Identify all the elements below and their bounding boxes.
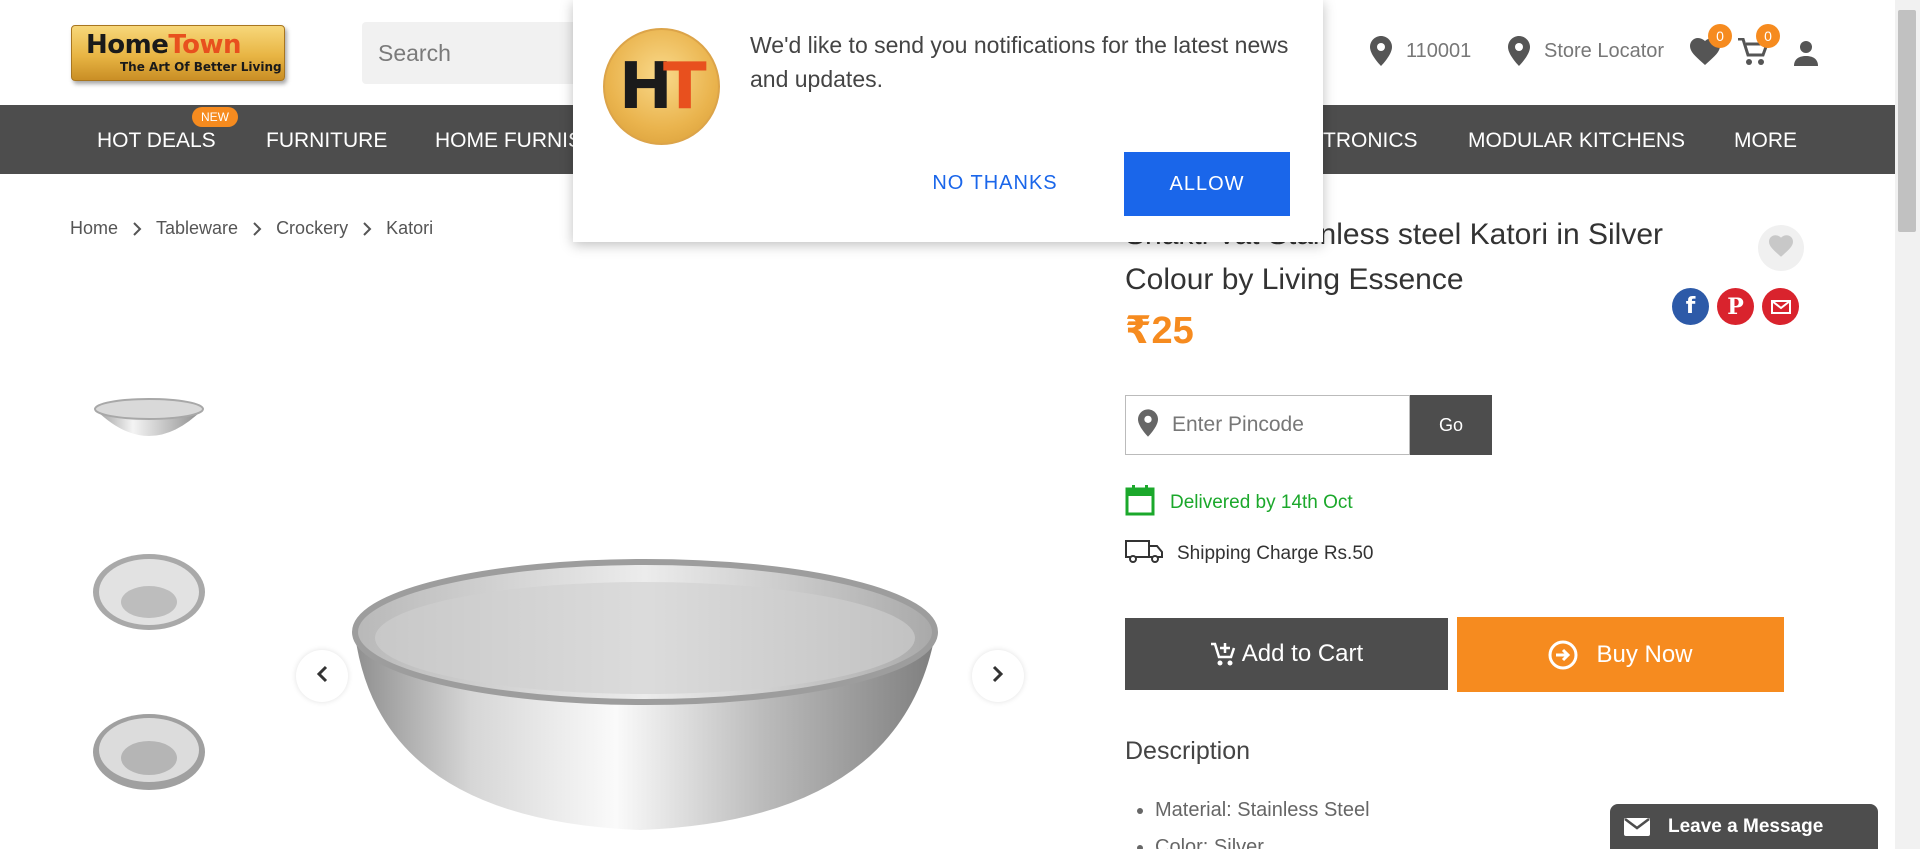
nav-modular-kitchens[interactable]: MODULAR KITCHENS — [1468, 105, 1685, 174]
nav-electronics[interactable]: TRONICS — [1323, 105, 1418, 174]
logo-text-town: Town — [168, 30, 242, 60]
nav-furniture[interactable]: FURNITURE — [266, 105, 387, 174]
pincode-check-box — [1125, 395, 1410, 455]
shipping-charge-text: Shipping Charge Rs.50 — [1177, 543, 1374, 564]
pincode-go-button[interactable]: Go — [1410, 395, 1492, 455]
chevron-right-icon — [992, 665, 1004, 688]
pincode-input[interactable] — [1172, 413, 1382, 437]
location-pin-icon — [1138, 408, 1158, 442]
shipping-info: Shipping Charge Rs.50 — [1125, 538, 1373, 570]
description-item: Color: Silver — [1155, 829, 1370, 849]
bowl-thumbnail-angle — [93, 714, 205, 790]
nav-home-furnishing-label: HOME FURNIS — [435, 129, 582, 152]
breadcrumb-home[interactable]: Home — [70, 218, 118, 239]
location-pin-icon — [1370, 36, 1392, 66]
add-to-wishlist-button[interactable] — [1758, 225, 1804, 271]
email-share-button[interactable] — [1762, 288, 1799, 325]
facebook-icon: f — [1685, 294, 1696, 319]
description-item: Material: Stainless Steel — [1155, 792, 1370, 829]
buy-now-label: Buy Now — [1596, 640, 1693, 668]
nav-more-label: MORE — [1734, 129, 1797, 152]
add-to-cart-button[interactable]: Add to Cart — [1125, 618, 1448, 690]
account-button[interactable] — [1793, 40, 1819, 72]
heart-icon — [1769, 234, 1793, 262]
truck-icon — [1125, 538, 1163, 570]
wishlist-button[interactable]: 0 — [1690, 24, 1732, 71]
heart-icon: 0 — [1690, 24, 1732, 71]
chevron-right-icon — [362, 221, 372, 237]
nav-electronics-label: TRONICS — [1323, 129, 1418, 152]
next-image-button[interactable] — [972, 650, 1024, 702]
logo-tagline: The Art Of Better Living — [120, 60, 282, 74]
cart-icon: 0 — [1738, 24, 1780, 72]
product-thumbnail-1[interactable] — [84, 368, 214, 478]
user-icon — [1793, 40, 1819, 72]
breadcrumb-crockery[interactable]: Crockery — [276, 218, 348, 239]
nav-hot-deals[interactable]: HOT DEALS NEW — [97, 105, 238, 174]
delivery-date-text: Delivered by 14th Oct — [1170, 492, 1353, 513]
description-list: Material: Stainless Steel Color: Silver — [1155, 792, 1370, 849]
cart-button[interactable]: 0 — [1738, 24, 1780, 72]
add-cart-icon — [1210, 641, 1236, 667]
product-title-line2: Colour by Living Essence — [1125, 263, 1464, 296]
logo-text-home: Home — [86, 30, 169, 60]
allow-button[interactable]: ALLOW — [1124, 152, 1290, 216]
page-scrollbar[interactable] — [1895, 0, 1920, 849]
notification-message: We'd like to send you notifications for … — [750, 32, 1289, 92]
chevron-left-icon — [316, 665, 328, 688]
product-price: ₹25 — [1125, 310, 1194, 352]
cart-count-badge: 0 — [1756, 24, 1780, 48]
chevron-right-icon — [132, 221, 142, 237]
nav-hot-deals-label: HOT DEALS — [97, 129, 216, 152]
store-locator-label: Store Locator — [1544, 39, 1665, 62]
add-to-cart-label: Add to Cart — [1241, 640, 1364, 667]
product-thumbnail-3[interactable] — [84, 697, 214, 807]
store-locator[interactable]: Store Locator — [1508, 36, 1664, 66]
arrow-circle-icon — [1548, 640, 1578, 670]
email-icon — [1770, 294, 1791, 320]
store-pin-icon — [1508, 36, 1530, 66]
pinterest-share-button[interactable]: P — [1717, 288, 1754, 325]
scrollbar-thumb[interactable] — [1898, 10, 1916, 232]
description-heading: Description — [1125, 737, 1251, 765]
facebook-share-button[interactable]: f — [1672, 288, 1709, 325]
product-thumbnail-2[interactable] — [84, 537, 214, 647]
pinterest-icon: P — [1727, 293, 1744, 320]
leave-message-label: Leave a Message — [1668, 815, 1824, 837]
notification-permission-popup: H T We'd like to send you notifications … — [573, 0, 1323, 242]
wishlist-count-badge: 0 — [1708, 24, 1732, 48]
new-badge: NEW — [192, 107, 238, 127]
leave-message-chat[interactable]: Leave a Message — [1610, 804, 1878, 849]
bowl-thumbnail-top — [93, 554, 205, 630]
product-main-image[interactable] — [340, 520, 940, 849]
buy-now-button[interactable]: Buy Now — [1457, 617, 1784, 692]
breadcrumb-katori: Katori — [386, 218, 434, 238]
steel-bowl-image — [352, 559, 938, 830]
bowl-thumbnail-side — [94, 398, 204, 436]
envelope-icon — [1624, 817, 1650, 836]
nav-more[interactable]: MORE — [1734, 105, 1797, 174]
breadcrumb: Home Tableware Crockery Katori — [70, 218, 433, 239]
calendar-icon — [1125, 484, 1155, 522]
no-thanks-button[interactable]: NO THANKS — [925, 158, 1065, 208]
prev-image-button[interactable] — [296, 650, 348, 702]
nav-modular-kitchens-label: MODULAR KITCHENS — [1468, 129, 1686, 152]
nav-furniture-label: FURNITURE — [266, 129, 388, 152]
hometown-logo[interactable]: HomeTown The Art Of Better Living — [71, 25, 285, 81]
ht-logo-t: T — [663, 50, 707, 124]
delivery-info: Delivered by 14th Oct — [1125, 484, 1353, 522]
nav-home-furnishing[interactable]: HOME FURNIS — [435, 105, 582, 174]
pincode-text: 110001 — [1406, 39, 1472, 62]
ht-logo: H T — [603, 28, 720, 145]
breadcrumb-tableware[interactable]: Tableware — [156, 218, 238, 239]
chevron-right-icon — [252, 221, 262, 237]
pincode-location[interactable]: 110001 — [1370, 36, 1471, 66]
